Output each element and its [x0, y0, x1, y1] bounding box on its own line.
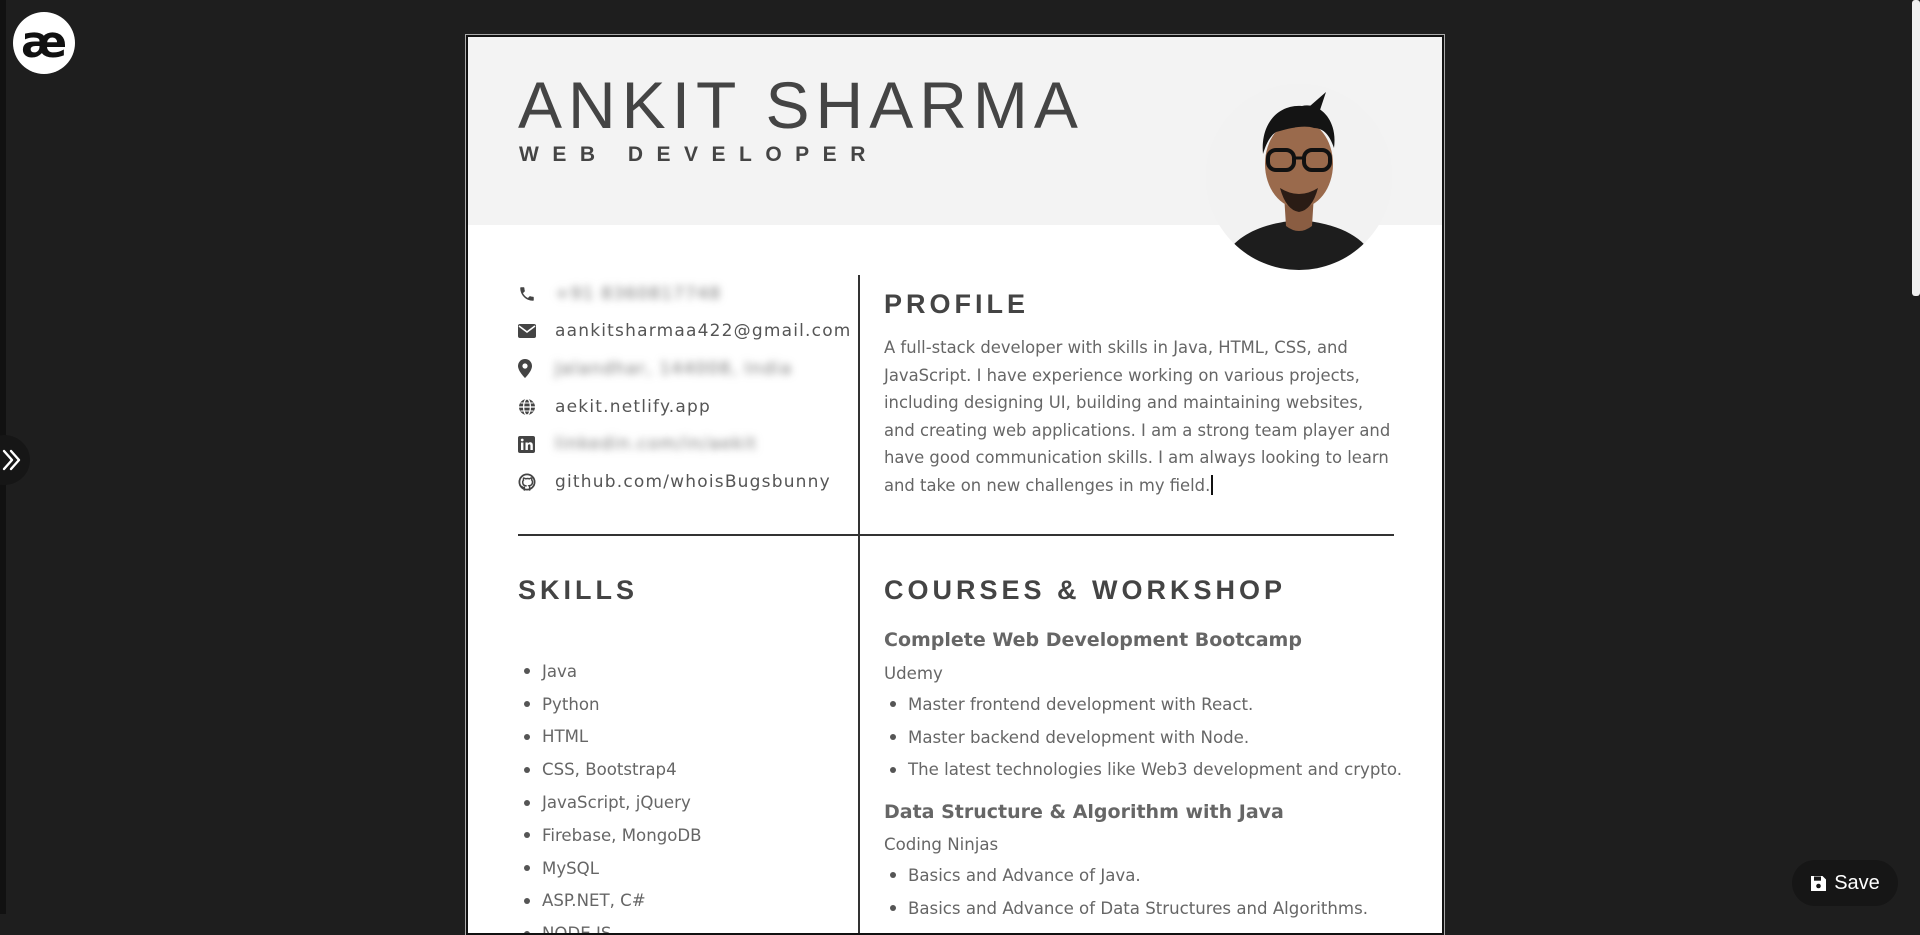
- contact-website-text: aekit.netlify.app: [555, 396, 711, 417]
- course-point[interactable]: The latest technologies like Web3 develo…: [884, 754, 1402, 787]
- contact-email-text: aankitsharmaa422@gmail.com: [555, 321, 852, 342]
- contact-github-text: github.com/whoisBugsbunny: [555, 471, 831, 492]
- contact-phone-text: +91 8360817748: [555, 283, 722, 304]
- globe-icon: [518, 397, 555, 416]
- scrollbar-thumb[interactable]: [1912, 0, 1920, 296]
- double-chevron-right-icon: [2, 449, 21, 471]
- contact-location-text: Jalandhar, 144008, India: [555, 358, 793, 379]
- skill-item[interactable]: Python: [518, 688, 702, 721]
- course-title[interactable]: Complete Web Development Bootcamp: [884, 629, 1302, 651]
- skills-list: Java Python HTML CSS, Bootstrap4 JavaScr…: [518, 655, 702, 933]
- section-divider: [518, 534, 1394, 536]
- text-cursor: [1211, 474, 1213, 495]
- avatar: [1206, 84, 1392, 270]
- resume-role[interactable]: WEB DEVELOPER: [519, 143, 879, 167]
- course-point[interactable]: Master frontend development with React.: [884, 688, 1402, 721]
- course-point[interactable]: Basics and Advance of Data Structures an…: [884, 892, 1368, 925]
- github-icon: [518, 473, 555, 491]
- contact-github[interactable]: github.com/whoisBugsbunny: [518, 463, 830, 501]
- contact-phone[interactable]: +91 8360817748: [518, 275, 818, 313]
- floppy-disk-icon: [1811, 875, 1827, 891]
- courses-heading[interactable]: COURSES & WORKSHOP: [884, 575, 1286, 606]
- save-button[interactable]: Save: [1792, 860, 1898, 906]
- skills-heading[interactable]: SKILLS: [518, 575, 638, 606]
- skill-item[interactable]: MySQL: [518, 852, 702, 885]
- map-pin-icon: [518, 359, 555, 379]
- skill-item[interactable]: JavaScript, jQuery: [518, 786, 702, 819]
- contact-email[interactable]: aankitsharmaa422@gmail.com: [518, 313, 850, 351]
- skill-item[interactable]: Firebase, MongoDB: [518, 819, 702, 852]
- phone-icon: [518, 285, 555, 303]
- course-point[interactable]: Master backend development with Node.: [884, 721, 1402, 754]
- profile-heading[interactable]: PROFILE: [884, 289, 1029, 320]
- profile-text-content: A full-stack developer with skills in Ja…: [884, 338, 1391, 495]
- linkedin-icon: [518, 435, 555, 453]
- course-title[interactable]: Data Structure & Algorithm with Java: [884, 801, 1284, 823]
- skill-item[interactable]: Java: [518, 655, 702, 688]
- resume-name[interactable]: ANKIT SHARMA: [518, 67, 1084, 143]
- save-button-label: Save: [1834, 871, 1880, 894]
- app-logo-text: æ: [20, 17, 68, 68]
- course-provider[interactable]: Udemy: [884, 664, 943, 683]
- contact-list: +91 8360817748 aankitsharmaa422@gmail.co…: [518, 275, 850, 501]
- resume-page: ANKIT SHARMA WEB DEVELOPER +91 836081774…: [465, 34, 1445, 935]
- app-logo[interactable]: æ: [13, 12, 75, 74]
- column-divider: [858, 275, 860, 933]
- contact-location[interactable]: Jalandhar, 144008, India: [518, 350, 818, 388]
- course-point[interactable]: Basics and Advance of Java.: [884, 859, 1368, 892]
- profile-text[interactable]: A full-stack developer with skills in Ja…: [884, 334, 1396, 500]
- course-points: Basics and Advance of Java. Basics and A…: [884, 859, 1368, 925]
- course-provider[interactable]: Coding Ninjas: [884, 835, 998, 854]
- sidebar-toggle-button[interactable]: [0, 435, 30, 485]
- skill-item[interactable]: ASP.NET, C#: [518, 885, 702, 918]
- contact-website[interactable]: aekit.netlify.app: [518, 388, 818, 426]
- skill-item[interactable]: HTML: [518, 721, 702, 754]
- skill-item[interactable]: NODE.JS: [518, 917, 702, 933]
- profile-photo[interactable]: [1206, 84, 1392, 270]
- envelope-icon: [518, 324, 555, 339]
- course-points: Master frontend development with React. …: [884, 688, 1402, 786]
- contact-linkedin-text: linkedin.com/in/aekit: [555, 434, 758, 455]
- skill-item[interactable]: CSS, Bootstrap4: [518, 753, 702, 786]
- contact-linkedin[interactable]: linkedin.com/in/aekit: [518, 425, 818, 463]
